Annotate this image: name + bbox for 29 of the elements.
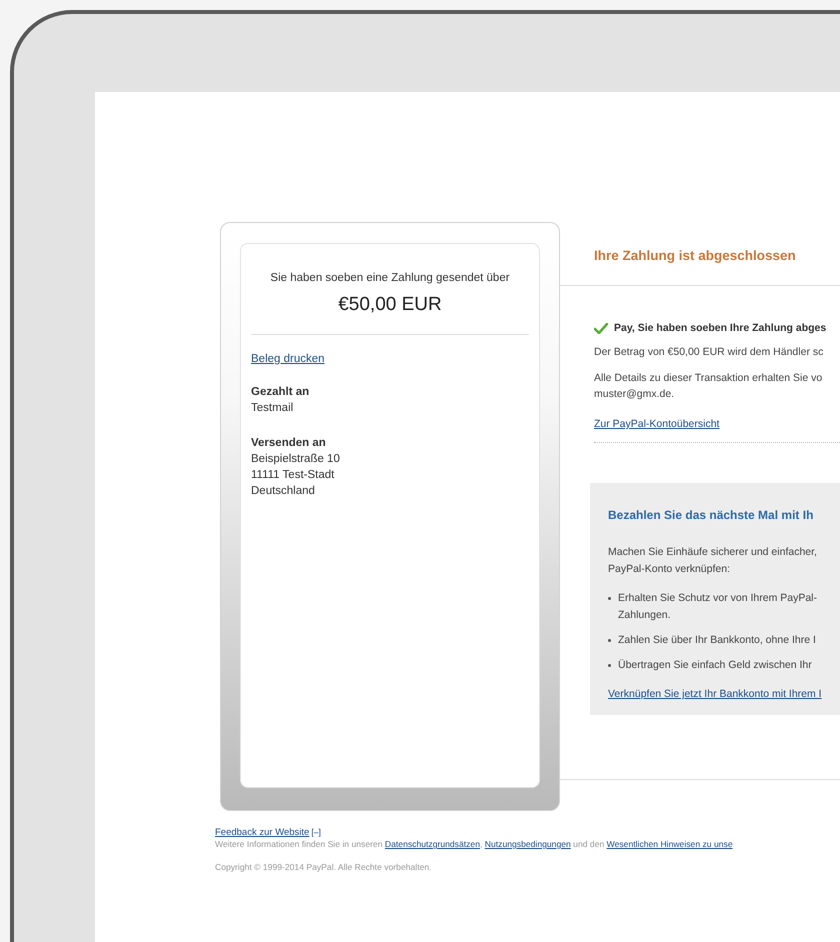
bullet-icon bbox=[608, 597, 611, 600]
confirmation-heading: Ihre Zahlung ist abgeschlossen bbox=[594, 248, 797, 263]
bullet-icon bbox=[608, 639, 611, 642]
checkmark-icon bbox=[594, 322, 608, 334]
info-text: Der Betrag von €50,00 EUR wird dem Händler sc bbox=[594, 345, 824, 360]
bullet-icon bbox=[608, 664, 611, 667]
promo-text: Machen Sie Einhäufe sicherer und einfacher, PayPal-Konto verknüpfen: bbox=[608, 545, 818, 577]
footer-info-text: Weitere Informationen finden Sie in unseren Datenschutzgrundsätzen, Nutzungsbedingungen und den Wesentlichen Hinweisen zu unse bbox=[215, 838, 734, 850]
benefit-text: Erhalten Sie Schutz vor von Ihrem PayPal- Zahlungen. bbox=[618, 591, 818, 623]
copyright-text: Copyright © 1999-2014 PayPal. Alle Rechte vorbehalten. bbox=[215, 862, 433, 872]
payment-amount: €50,00 EUR bbox=[251, 294, 529, 335]
footer-link[interactable]: Wesentlichen Hinweisen zu unse bbox=[606, 839, 733, 849]
payment-intro-text: Sie haben soeben eine Zahlung gesendet über bbox=[269, 272, 511, 284]
print-receipt-link[interactable]: Beleg drucken bbox=[251, 353, 325, 365]
promo-heading: Bezahlen Sie das nächste Mal mit Ih bbox=[608, 508, 814, 522]
success-message: Pay, Sie haben soeben Ihre Zahlung abges bbox=[614, 322, 826, 334]
recipient-text: Testmail bbox=[251, 401, 294, 416]
account-overview-link[interactable]: Zur PayPal-Kontoübersicht bbox=[594, 418, 720, 430]
recipient-label: Gezahlt an bbox=[251, 385, 310, 400]
feedback-link[interactable]: Feedback zur Website bbox=[215, 827, 310, 838]
shipping-address-text: Beispielstraße 10 11111 Test-Stadt Deutschland bbox=[251, 452, 341, 499]
benefit-text: Übertragen Sie einfach Geld zwischen Ihr bbox=[618, 658, 812, 673]
info-text: Alle Details zu dieser Transaktion erhalten Sie vo muster@gmx.de. bbox=[594, 371, 824, 402]
shipping-address-label: Versenden an bbox=[251, 436, 327, 451]
collapse-toggle[interactable]: [–] bbox=[311, 827, 321, 837]
link-bank-account-link[interactable]: Verknüpfen Sie jetzt Ihr Bankkonto mit Ihrem I bbox=[608, 688, 822, 700]
benefit-text: Zahlen Sie über Ihr Bankkonto, ohne Ihre I bbox=[618, 633, 816, 648]
footer-link[interactable]: Nutzungsbedingungen bbox=[484, 839, 571, 849]
footer-link[interactable]: Datenschutzgrundsätzen bbox=[384, 839, 480, 849]
